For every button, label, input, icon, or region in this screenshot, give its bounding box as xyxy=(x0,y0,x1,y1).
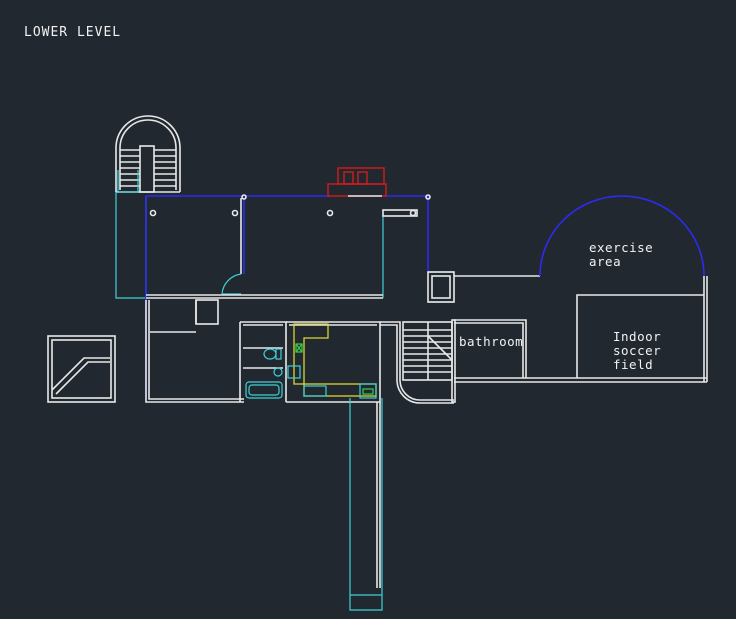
connector xyxy=(427,271,540,303)
lower-left-room xyxy=(145,299,244,403)
soccer-label-1: Indoor xyxy=(613,329,661,344)
exercise-label-1: exercise xyxy=(589,240,653,255)
fireplace xyxy=(327,167,387,197)
soccer-field: Indoor soccer field xyxy=(576,294,704,378)
stair-tower xyxy=(115,115,181,193)
detached-stair-box xyxy=(47,335,116,403)
corridor xyxy=(349,398,383,611)
soccer-label-3: field xyxy=(613,357,653,372)
outer-outline xyxy=(115,192,454,303)
kitchen xyxy=(286,321,381,403)
drawing-title: LOWER LEVEL xyxy=(24,25,121,40)
bathroom-label: bathroom xyxy=(459,334,523,349)
floor-plan-drawing: LOWER LEVEL exercise area Indoor soccer … xyxy=(24,25,708,611)
soccer-label-2: soccer xyxy=(613,343,661,358)
exercise-label-2: area xyxy=(589,254,621,269)
center-bathroom xyxy=(239,321,287,402)
